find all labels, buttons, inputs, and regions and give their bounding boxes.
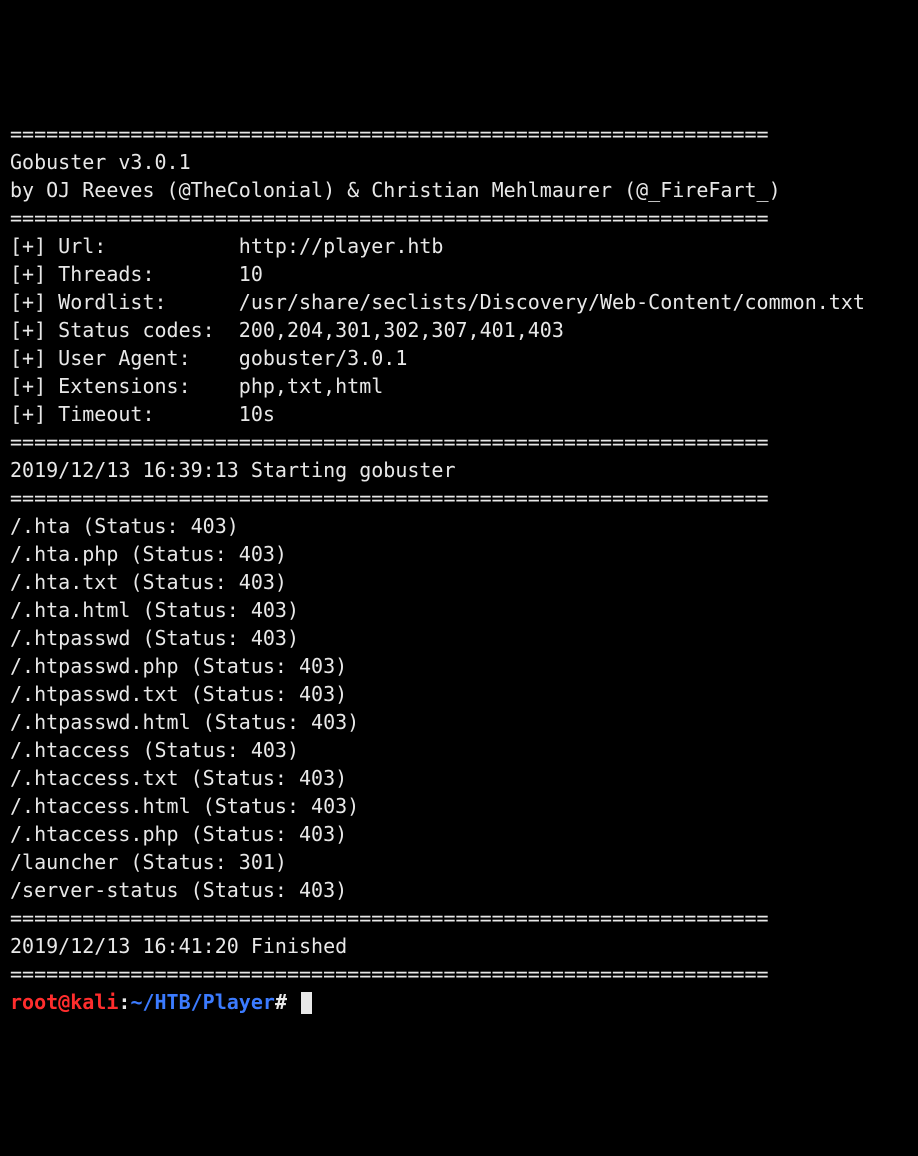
prompt-at: @ — [58, 990, 70, 1014]
prompt-user: root — [10, 990, 58, 1014]
result-row-5: /.htpasswd.php (Status: 403) — [10, 652, 908, 680]
shell-prompt[interactable]: root@kali:~/HTB/Player# — [10, 988, 908, 1016]
terminal-output[interactable]: ========================================… — [10, 120, 908, 1016]
separator-line: ========================================… — [10, 204, 908, 232]
separator-line: ========================================… — [10, 428, 908, 456]
separator-line: ========================================… — [10, 484, 908, 512]
result-row-7: /.htpasswd.html (Status: 403) — [10, 708, 908, 736]
config-row-2: [+] Wordlist: /usr/share/seclists/Discov… — [10, 288, 908, 316]
gobuster-byline: by OJ Reeves (@TheColonial) & Christian … — [10, 176, 908, 204]
result-row-11: /.htaccess.php (Status: 403) — [10, 820, 908, 848]
config-row-6: [+] Timeout: 10s — [10, 400, 908, 428]
separator-line: ========================================… — [10, 120, 908, 148]
result-row-0: /.hta (Status: 403) — [10, 512, 908, 540]
result-row-10: /.htaccess.html (Status: 403) — [10, 792, 908, 820]
prompt-path: ~/HTB/Player — [130, 990, 275, 1014]
cursor — [301, 992, 312, 1014]
result-row-3: /.hta.html (Status: 403) — [10, 596, 908, 624]
result-row-13: /server-status (Status: 403) — [10, 876, 908, 904]
config-row-5: [+] Extensions: php,txt,html — [10, 372, 908, 400]
prompt-colon: : — [118, 990, 130, 1014]
result-row-1: /.hta.php (Status: 403) — [10, 540, 908, 568]
prompt-host: kali — [70, 990, 118, 1014]
result-row-12: /launcher (Status: 301) — [10, 848, 908, 876]
separator-line: ========================================… — [10, 960, 908, 988]
prompt-hash: # — [275, 990, 299, 1014]
config-row-0: [+] Url: http://player.htb — [10, 232, 908, 260]
gobuster-title: Gobuster v3.0.1 — [10, 148, 908, 176]
result-row-9: /.htaccess.txt (Status: 403) — [10, 764, 908, 792]
result-row-6: /.htpasswd.txt (Status: 403) — [10, 680, 908, 708]
config-row-1: [+] Threads: 10 — [10, 260, 908, 288]
start-line: 2019/12/13 16:39:13 Starting gobuster — [10, 456, 908, 484]
finish-line: 2019/12/13 16:41:20 Finished — [10, 932, 908, 960]
result-row-2: /.hta.txt (Status: 403) — [10, 568, 908, 596]
config-row-4: [+] User Agent: gobuster/3.0.1 — [10, 344, 908, 372]
separator-line: ========================================… — [10, 904, 908, 932]
result-row-8: /.htaccess (Status: 403) — [10, 736, 908, 764]
config-row-3: [+] Status codes: 200,204,301,302,307,40… — [10, 316, 908, 344]
result-row-4: /.htpasswd (Status: 403) — [10, 624, 908, 652]
